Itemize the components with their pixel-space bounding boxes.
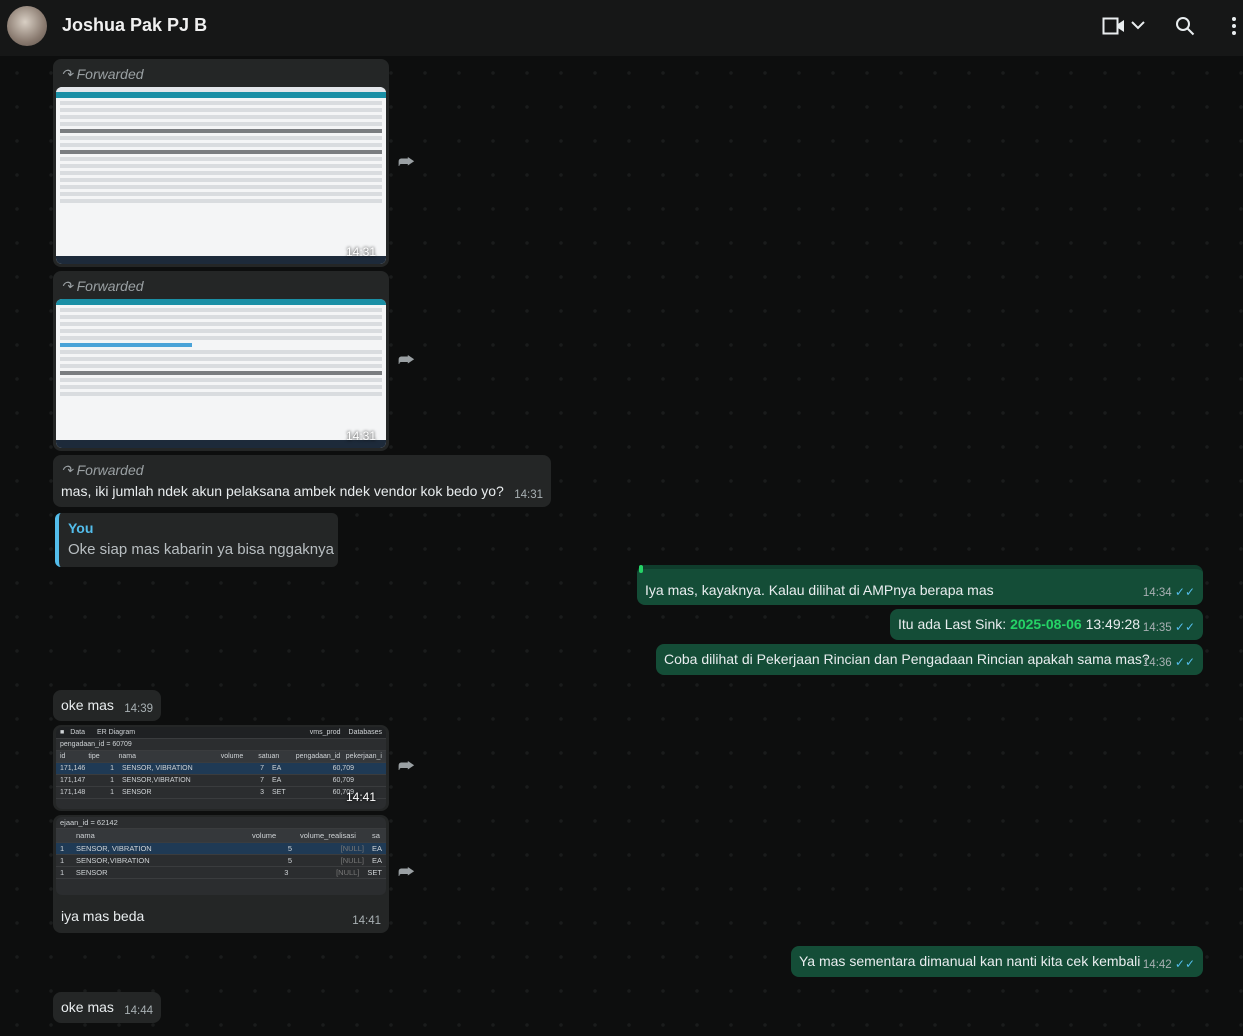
message-outgoing[interactable]: Itu ada Last Sink: 2025-08-06 13:49:28 1… bbox=[890, 609, 1203, 640]
message-outgoing[interactable]: Iya mas, kayaknya. Kalau dilihat di AMPn… bbox=[637, 565, 1203, 605]
message-incoming[interactable]: ↷ Forwarded mas, iki jumlah ndek akun pe… bbox=[53, 455, 551, 507]
message-text: Iya mas, kayaknya. Kalau dilihat di AMPn… bbox=[645, 582, 994, 598]
menu-icon[interactable] bbox=[1231, 16, 1237, 36]
database-screenshot[interactable]: ejaan_id = 62142 nama volume volume_realis… bbox=[56, 817, 386, 895]
message-incoming[interactable]: oke mas 14:44 bbox=[53, 992, 161, 1023]
message-text: oke mas bbox=[61, 697, 114, 713]
screenshot-image[interactable]: 14:31 bbox=[56, 87, 386, 264]
forwarded-label: ↷ Forwarded bbox=[61, 278, 144, 294]
message-outgoing[interactable]: Coba dilihat di Pekerjaan Rincian dan Pe… bbox=[656, 644, 1203, 675]
message-text: Itu ada Last Sink: 2025-08-06 13:49:28 bbox=[898, 616, 1141, 632]
forward-icon[interactable]: ⮫ bbox=[398, 756, 415, 777]
message-image[interactable]: ■ Data ER Diagram vms_prod Databases pengad… bbox=[53, 725, 389, 811]
avatar[interactable] bbox=[7, 6, 47, 46]
read-receipt-icon: ✓✓ bbox=[1174, 655, 1195, 669]
forward-icon[interactable]: ⮫ bbox=[398, 350, 415, 371]
message-text: Coba dilihat di Pekerjaan Rincian dan Pe… bbox=[664, 651, 1150, 667]
video-call-icon[interactable] bbox=[1102, 17, 1126, 35]
message-forwarded-image[interactable]: ↷ Forwarded 14:31 bbox=[53, 59, 389, 267]
database-screenshot[interactable]: ■ Data ER Diagram vms_prod Databases pengad… bbox=[56, 727, 386, 809]
read-receipt-icon: ✓✓ bbox=[1174, 957, 1195, 971]
message-text: Ya mas sementara dimanual kan nanti kita… bbox=[799, 953, 1141, 969]
read-receipt-icon: ✓✓ bbox=[1174, 620, 1195, 634]
message-text: mas, iki jumlah ndek akun pelaksana ambe… bbox=[61, 483, 504, 499]
quoted-message[interactable]: You Oke siap mas kabarin ya bisa nggakny… bbox=[55, 513, 338, 567]
search-icon[interactable] bbox=[1175, 16, 1195, 36]
forwarded-label: ↷ Forwarded bbox=[61, 66, 144, 82]
message-forwarded-image[interactable]: ↷ Forwarded 14:31 bbox=[53, 271, 389, 451]
quote-accent bbox=[639, 565, 643, 573]
chevron-down-icon[interactable] bbox=[1131, 20, 1145, 30]
message-text: iya mas beda bbox=[61, 908, 145, 924]
message-outgoing[interactable]: Ya mas sementara dimanual kan nanti kita… bbox=[791, 946, 1203, 977]
forward-icon[interactable]: ⮫ bbox=[398, 152, 415, 173]
read-receipt-icon: ✓✓ bbox=[1174, 585, 1195, 599]
quote-author: You bbox=[68, 520, 94, 536]
message-image-caption[interactable]: ejaan_id = 62142 nama volume volume_realis… bbox=[53, 815, 389, 933]
message-text: oke mas bbox=[61, 999, 114, 1015]
contact-name[interactable]: Joshua Pak PJ B bbox=[62, 15, 207, 36]
forward-icon[interactable]: ⮫ bbox=[398, 862, 415, 883]
message-time: 14:31 bbox=[514, 489, 543, 501]
screenshot-image[interactable]: 14:31 bbox=[56, 299, 386, 448]
quote-text: Oke siap mas kabarin ya bisa nggaknya bbox=[68, 541, 334, 558]
chat-header: Joshua Pak PJ B bbox=[0, 0, 1243, 56]
forwarded-label: ↷ Forwarded bbox=[61, 462, 144, 478]
message-incoming[interactable]: oke mas 14:39 bbox=[53, 690, 161, 721]
